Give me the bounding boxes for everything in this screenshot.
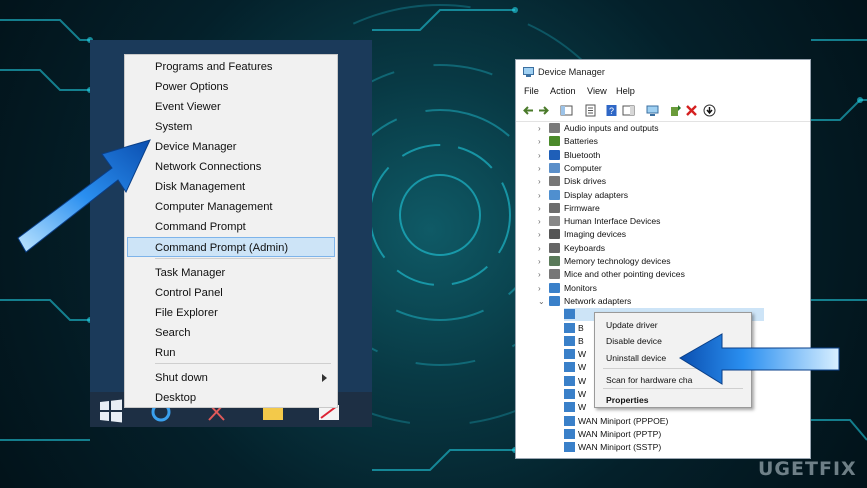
watermark-logo: UGETFIX: [758, 458, 857, 480]
right-arrow-pointing-uninstall: [679, 333, 840, 385]
pointer-arrows-overlay: [17, 139, 840, 385]
left-arrow-pointing-device-manager: [17, 139, 151, 253]
